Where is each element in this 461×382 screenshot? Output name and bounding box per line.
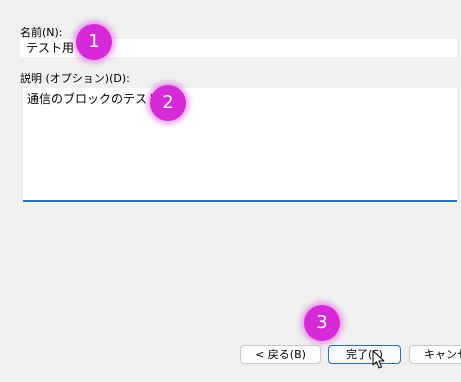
back-button[interactable]: < 戻る(B) <box>240 345 321 364</box>
annotation-badge-2: 2 <box>150 85 186 121</box>
mouse-pointer-icon <box>372 350 385 369</box>
name-label: 名前(N): <box>20 26 63 39</box>
description-label: 説明 (オプション)(D): <box>20 72 130 85</box>
annotation-badge-3: 3 <box>304 305 340 341</box>
description-text: 通信のブロックのテスト <box>27 92 160 106</box>
description-textarea[interactable]: 通信のブロックのテスト <box>23 88 457 202</box>
finish-button[interactable]: 完了(F) <box>328 345 401 364</box>
annotation-badge-1: 1 <box>76 24 112 60</box>
cancel-button[interactable]: キャンセル <box>409 345 461 364</box>
